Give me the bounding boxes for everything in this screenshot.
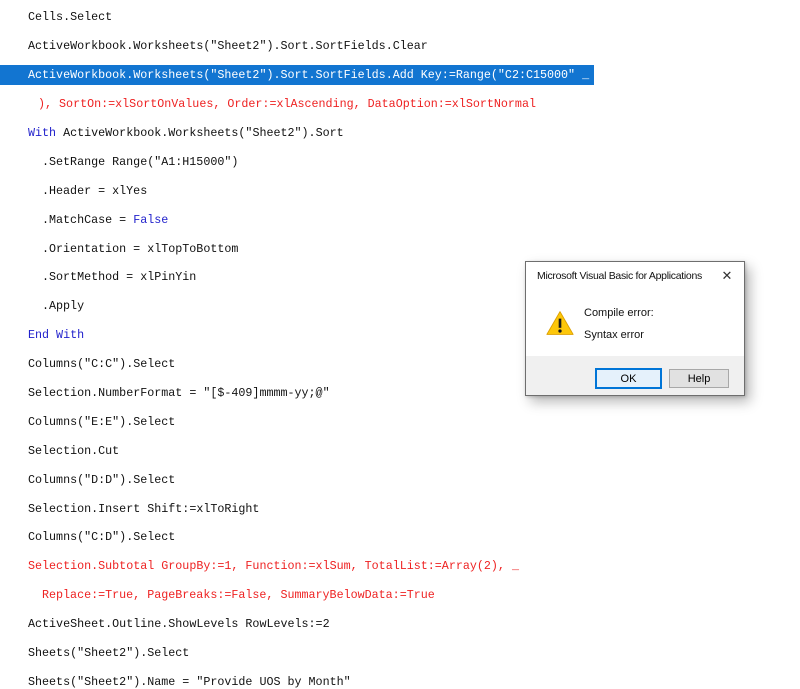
selection-highlight: ActiveWorkbook.Worksheets("Sheet2").Sort… [0,65,595,86]
error-detail-text: Syntax error [584,329,644,341]
code-segment: Selection.Insert Shift:=xlToRight [28,501,260,516]
code-segment: ActiveWorkbook.Worksheets("Sheet2").Sort [63,126,344,140]
code-segment: With [28,126,64,140]
dialog-titlebar[interactable]: Microsoft Visual Basic for Applications … [526,262,744,290]
code-segment: ActiveWorkbook.Worksheets("Sheet2").Sort… [28,68,590,83]
code-line[interactable]: .Header = xlYes [0,176,800,205]
ok-button[interactable]: OK [595,368,662,389]
code-segment: .SortMethod = xlPinYin [42,270,197,285]
code-line[interactable]: Cells.Select [0,3,800,32]
code-line[interactable]: Selection.Cut [0,436,800,465]
code-line[interactable]: .Orientation = xlTopToBottom [0,234,800,263]
code-segment: Columns("C:C").Select [28,357,176,372]
code-segment: .MatchCase = [42,212,134,227]
code-line[interactable]: Columns("E:E").Select [0,407,800,436]
code-line[interactable]: Selection.Subtotal GroupBy:=1, Function:… [0,552,800,581]
code-line[interactable]: With ActiveWorkbook.Worksheets("Sheet2")… [0,119,800,148]
code-line[interactable]: Columns("C:D").Select [0,523,800,552]
code-line[interactable]: ActiveSheet.Outline.ShowLevels RowLevels… [0,610,800,639]
code-line[interactable]: ActiveWorkbook.Worksheets("Sheet2").Sort… [0,32,800,61]
close-icon[interactable]: ✕ [712,263,742,289]
dialog-body: Compile error: Syntax error [526,290,744,358]
warning-triangle-icon [546,311,574,335]
help-button[interactable]: Help [669,369,729,388]
code-segment: ActiveSheet.Outline.ShowLevels RowLevels… [28,617,330,632]
code-segment: .Apply [42,299,85,314]
code-segment: Sheets("Sheet2").Name = "Provide UOS by … [28,674,351,689]
vba-editor-screen: Cells.Select ActiveWorkbook.Worksheets("S… [0,0,800,689]
code-segment: False [133,212,169,227]
error-type-text: Compile error: [584,307,654,319]
code-segment: Sheets("Sheet2").Select [28,646,190,661]
code-line[interactable]: Sheets("Sheet2").Name = "Provide UOS by … [0,667,800,689]
code-segment: Selection.Cut [28,443,120,458]
compile-error-dialog: Microsoft Visual Basic for Applications … [525,261,745,396]
code-line[interactable]: ), SortOn:=xlSortOnValues, Order:=xlAsce… [0,90,800,119]
dialog-title: Microsoft Visual Basic for Applications [537,270,702,282]
code-segment: .SetRange Range("A1:H15000") [42,154,239,169]
code-line[interactable]: Selection.Insert Shift:=xlToRight [0,494,800,523]
code-segment: Replace:=True, PageBreaks:=False, Summar… [42,588,435,603]
code-segment: Selection.NumberFormat = "[$-409]mmmm-yy… [28,386,330,401]
code-line[interactable]: Sheets("Sheet2").Select [0,639,800,668]
code-segment: Columns("E:E").Select [28,414,176,429]
code-segment: Cells.Select [28,10,113,25]
code-segment: ), SortOn:=xlSortOnValues, Order:=xlAsce… [38,97,536,112]
code-segment: Columns("C:D").Select [28,530,176,545]
code-segment: ActiveWorkbook.Worksheets("Sheet2").Sort… [28,39,428,54]
dialog-footer: OK Help [526,356,744,395]
code-segment: .Header = xlYes [42,183,148,198]
code-segment: Columns("D:D").Select [28,472,176,487]
code-line[interactable]: .SetRange Range("A1:H15000") [0,147,800,176]
code-segment: Selection.Subtotal GroupBy:=1, Function:… [28,559,519,574]
code-line[interactable]: Replace:=True, PageBreaks:=False, Summar… [0,581,800,610]
code-line[interactable]: .MatchCase = False [0,205,800,234]
code-line-selected[interactable]: ActiveWorkbook.Worksheets("Sheet2").Sort… [0,61,800,90]
code-segment: End With [28,328,85,343]
code-segment: .Orientation = xlTopToBottom [42,241,239,256]
code-line[interactable]: Columns("D:D").Select [0,465,800,494]
